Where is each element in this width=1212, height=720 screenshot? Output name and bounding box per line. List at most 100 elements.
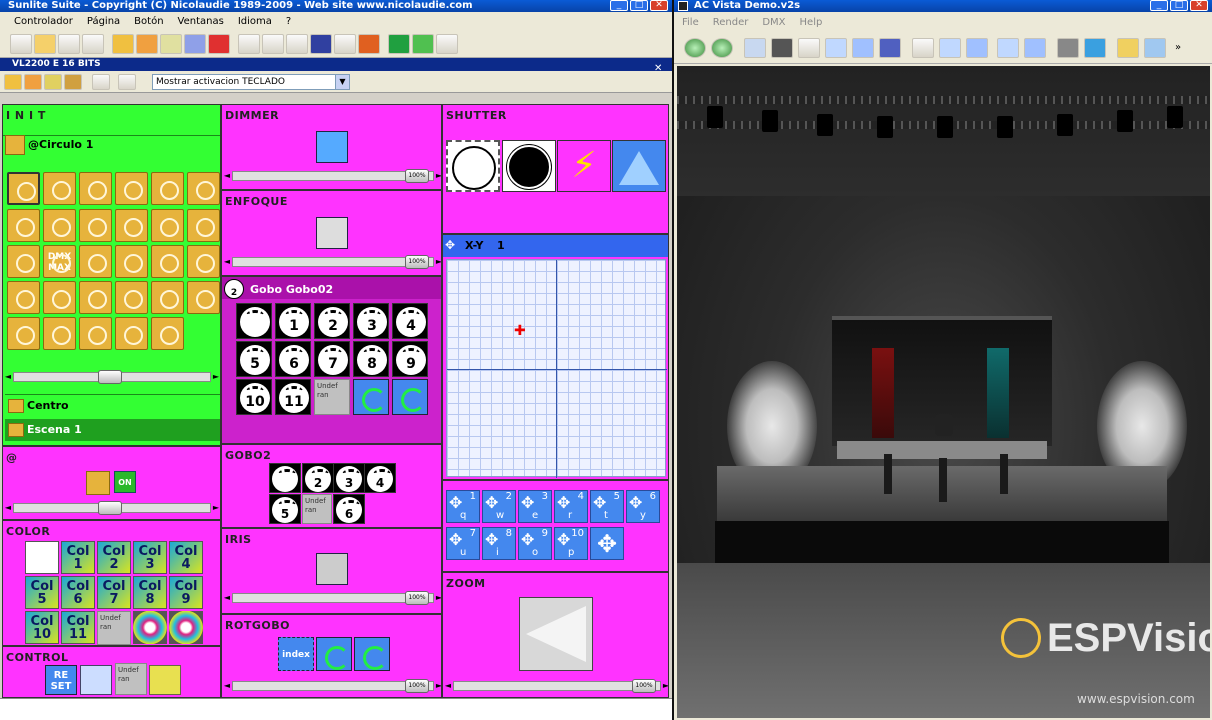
color-wheel-button[interactable]	[133, 611, 167, 644]
folder-icon[interactable]	[1117, 37, 1139, 58]
init-slider[interactable]: ◄ ►	[5, 370, 219, 384]
menu-boton[interactable]: Botón	[134, 16, 163, 27]
shape-square-button[interactable]	[79, 172, 112, 205]
xy-preset-5-button[interactable]: ✥ 5 t	[590, 490, 624, 523]
cycle-icon[interactable]	[160, 33, 182, 54]
rotate-icon[interactable]	[852, 37, 874, 58]
vista-minimize-button[interactable]: _	[1150, 0, 1168, 11]
toolbar-overflow-icon[interactable]: »	[1175, 42, 1181, 53]
menu-help[interactable]: ?	[286, 16, 291, 27]
dimmer-slider[interactable]: ◄ 100% ►	[224, 169, 441, 183]
fixture-tool2-icon[interactable]	[24, 73, 42, 90]
menu-pagina[interactable]: Página	[87, 16, 120, 27]
shape-bomb-button[interactable]	[43, 209, 76, 242]
color-white-button[interactable]	[25, 541, 59, 574]
shape-eight-button[interactable]	[187, 172, 220, 205]
shape-star2-button[interactable]	[43, 317, 76, 350]
rotgobo-slider[interactable]: ◄ 100% ►	[224, 679, 441, 693]
dmx-icon[interactable]	[388, 33, 410, 54]
screen-icon[interactable]	[310, 33, 332, 54]
slider-left-icon[interactable]: ◄	[444, 681, 452, 691]
gobo-rotate-right-button[interactable]	[392, 379, 428, 415]
shutter-open-button[interactable]	[446, 140, 500, 192]
color-10-button[interactable]: Col 10	[25, 611, 59, 644]
reset-button[interactable]: RE SET	[45, 665, 77, 695]
gobo-4-button[interactable]: 4	[392, 303, 428, 339]
globe-icon[interactable]	[1084, 37, 1106, 58]
gobo-7-button[interactable]: 7	[314, 341, 350, 377]
at-slider[interactable]: ◄ ►	[5, 501, 219, 515]
color-wheel2-button[interactable]	[169, 611, 203, 644]
new-icon[interactable]	[10, 33, 32, 54]
zoom-slider[interactable]: ◄ 100% ►	[445, 679, 668, 693]
align-v-icon[interactable]	[118, 73, 136, 90]
color-undefined-button[interactable]: Undef ran	[97, 611, 131, 645]
close-button[interactable]: ✕	[650, 0, 668, 11]
play-icon[interactable]	[684, 37, 706, 58]
shape-hex2-button[interactable]	[43, 281, 76, 314]
xy-preset-3-button[interactable]: ✥ 3 e	[518, 490, 552, 523]
strobe-icon[interactable]: ⚡	[557, 140, 611, 192]
shape-ellipse-button[interactable]	[7, 209, 40, 242]
color-3-button[interactable]: Col 3	[133, 541, 167, 574]
rotgobo-left-button[interactable]	[316, 637, 352, 671]
shape-zigzag-button[interactable]	[115, 209, 148, 242]
slider-left-icon[interactable]: ◄	[223, 257, 231, 267]
shape-curve-button[interactable]	[115, 172, 148, 205]
shape-hexagon-button[interactable]	[7, 281, 40, 314]
color-9-button[interactable]: Col 9	[169, 576, 203, 609]
iris-slider[interactable]: ◄ 100% ►	[224, 591, 441, 605]
xy-pad[interactable]: ✚	[446, 259, 667, 478]
sync-icon[interactable]	[262, 33, 284, 54]
fixture-tool3-icon[interactable]	[44, 73, 62, 90]
color-4-button[interactable]: Col 4	[169, 541, 203, 574]
slider-left-icon[interactable]: ◄	[4, 503, 12, 513]
gobo-undefined-button[interactable]: Undef ran	[314, 379, 350, 415]
align-h-icon[interactable]	[92, 73, 110, 90]
gobo-rotate-left-button[interactable]	[353, 379, 389, 415]
camera-icon[interactable]	[771, 37, 793, 58]
menu-ventanas[interactable]: Ventanas	[178, 16, 224, 27]
iris-slider-knob[interactable]: 100%	[405, 591, 429, 605]
edit-icon[interactable]	[184, 33, 206, 54]
lamp-off-button[interactable]	[149, 665, 181, 695]
fixture-close-icon[interactable]: ✕	[654, 63, 662, 74]
color-1-button[interactable]: Col 1	[61, 541, 95, 574]
pan-icon[interactable]	[939, 37, 961, 58]
at-slider-knob[interactable]	[98, 501, 122, 515]
escena-row[interactable]: Escena 1	[5, 419, 220, 441]
color-11-button[interactable]: Col 11	[61, 611, 95, 644]
dimmer-slider-knob[interactable]: 100%	[405, 169, 429, 183]
enfoque-slider[interactable]: ◄ 100% ►	[224, 255, 441, 269]
xy-preset-10-button[interactable]: ✥ 10 p	[554, 527, 588, 560]
menu-render[interactable]: Render	[713, 17, 749, 28]
gobo2-5-button[interactable]: 5	[269, 494, 301, 524]
fixture-tool1-icon[interactable]	[4, 73, 22, 90]
slider-right-icon[interactable]: ►	[435, 593, 441, 603]
xy-preset-9-button[interactable]: ✥ 9 o	[518, 527, 552, 560]
lamp-on-button[interactable]	[80, 665, 112, 695]
shape-wave-button[interactable]	[151, 172, 184, 205]
xy-preset-1-button[interactable]: ✥ 1 q	[446, 490, 480, 523]
shutter-closed-button[interactable]	[502, 140, 556, 192]
gobo2-3-button[interactable]: 3	[333, 463, 365, 493]
init-slider-knob[interactable]	[98, 370, 122, 384]
shape-rings-button[interactable]	[43, 172, 76, 205]
slider-right-icon[interactable]: ►	[212, 503, 220, 513]
menu-dmx[interactable]: DMX	[762, 17, 785, 28]
color-6-button[interactable]: Col 6	[61, 576, 95, 609]
maximize-button[interactable]: □	[630, 0, 648, 11]
slider-right-icon[interactable]: ►	[435, 257, 441, 267]
scene-icon[interactable]	[112, 33, 134, 54]
control-undefined-button[interactable]: Undef ran	[115, 663, 147, 695]
dimmer-button[interactable]	[316, 131, 348, 163]
gobo-10-button[interactable]: 10	[236, 379, 272, 415]
gobo2-6-button[interactable]: 6	[333, 494, 365, 524]
fixture-tool4-icon[interactable]	[64, 73, 82, 90]
zoom-icon[interactable]	[912, 37, 934, 58]
gobo-3-button[interactable]: 3	[353, 303, 389, 339]
slider-left-icon[interactable]: ◄	[223, 171, 231, 181]
color-8-button[interactable]: Col 8	[133, 576, 167, 609]
menu-controlador[interactable]: Controlador	[14, 16, 73, 27]
gobo-5-button[interactable]: 5	[236, 341, 272, 377]
